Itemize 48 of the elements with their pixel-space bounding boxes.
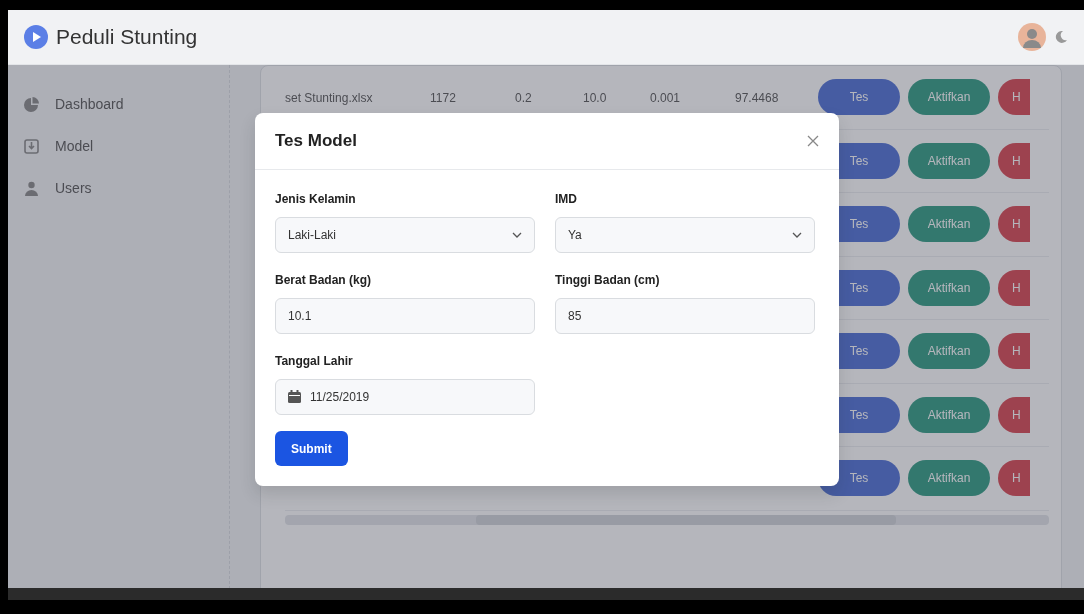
- download-tray-icon: [24, 138, 39, 154]
- field-label: Tinggi Badan (cm): [555, 272, 661, 289]
- sidebar-item[interactable]: Users: [55, 177, 92, 199]
- field-label: Jenis Kelamin: [275, 191, 357, 208]
- activate-button[interactable]: Aktifkan: [908, 142, 990, 179]
- app-title: Peduli Stunting: [56, 24, 198, 51]
- action-button[interactable]: H: [998, 142, 1030, 179]
- field-label: Berat Badan (kg): [275, 272, 373, 289]
- table-cell: 0.2: [515, 91, 532, 106]
- pie-chart-icon: [24, 96, 39, 112]
- select-field[interactable]: Ya: [555, 217, 815, 253]
- activate-button[interactable]: Aktifkan: [908, 333, 990, 370]
- select-field[interactable]: Laki-Laki: [275, 217, 535, 253]
- chevron-down-icon: [512, 232, 522, 238]
- sidebar-item[interactable]: Dashboard: [55, 93, 124, 115]
- activate-button[interactable]: Aktifkan: [908, 79, 990, 116]
- activate-button[interactable]: Aktifkan: [908, 460, 990, 497]
- horizontal-scrollbar[interactable]: [285, 514, 1049, 525]
- action-button[interactable]: H: [998, 269, 1030, 306]
- activate-button[interactable]: Aktifkan: [908, 396, 990, 433]
- field-label: IMD: [555, 191, 578, 208]
- action-button[interactable]: H: [998, 396, 1030, 433]
- user-icon: [24, 180, 39, 196]
- table-cell: 10.0: [583, 91, 607, 106]
- action-button[interactable]: H: [998, 79, 1030, 116]
- input-field[interactable]: 10.1: [275, 298, 535, 334]
- moon-icon[interactable]: [1054, 30, 1068, 44]
- table-cell: set Stunting.xlsx: [285, 91, 373, 106]
- table-cell: 97.4468: [735, 91, 779, 106]
- action-button[interactable]: H: [998, 333, 1030, 370]
- field-label: Tanggal Lahir: [275, 353, 354, 370]
- table-cell: 1172: [430, 91, 456, 106]
- action-button[interactable]: H: [998, 206, 1030, 243]
- calendar-icon: [288, 390, 301, 403]
- date-field[interactable]: 11/25/2019: [275, 379, 535, 415]
- input-field[interactable]: 85: [555, 298, 815, 334]
- close-icon[interactable]: [807, 135, 819, 147]
- sidebar-item[interactable]: Model: [55, 135, 94, 157]
- chevron-down-icon: [792, 232, 802, 238]
- activate-button[interactable]: Aktifkan: [908, 269, 990, 306]
- modal-title: Tes Model: [275, 130, 357, 153]
- table-cell: 0.001: [650, 91, 681, 106]
- test-button[interactable]: Tes: [818, 79, 900, 116]
- submit-button[interactable]: Submit: [275, 431, 348, 466]
- activate-button[interactable]: Aktifkan: [908, 206, 990, 243]
- avatar-icon[interactable]: [1018, 23, 1046, 51]
- action-button[interactable]: H: [998, 460, 1030, 497]
- logo-icon: [24, 25, 48, 49]
